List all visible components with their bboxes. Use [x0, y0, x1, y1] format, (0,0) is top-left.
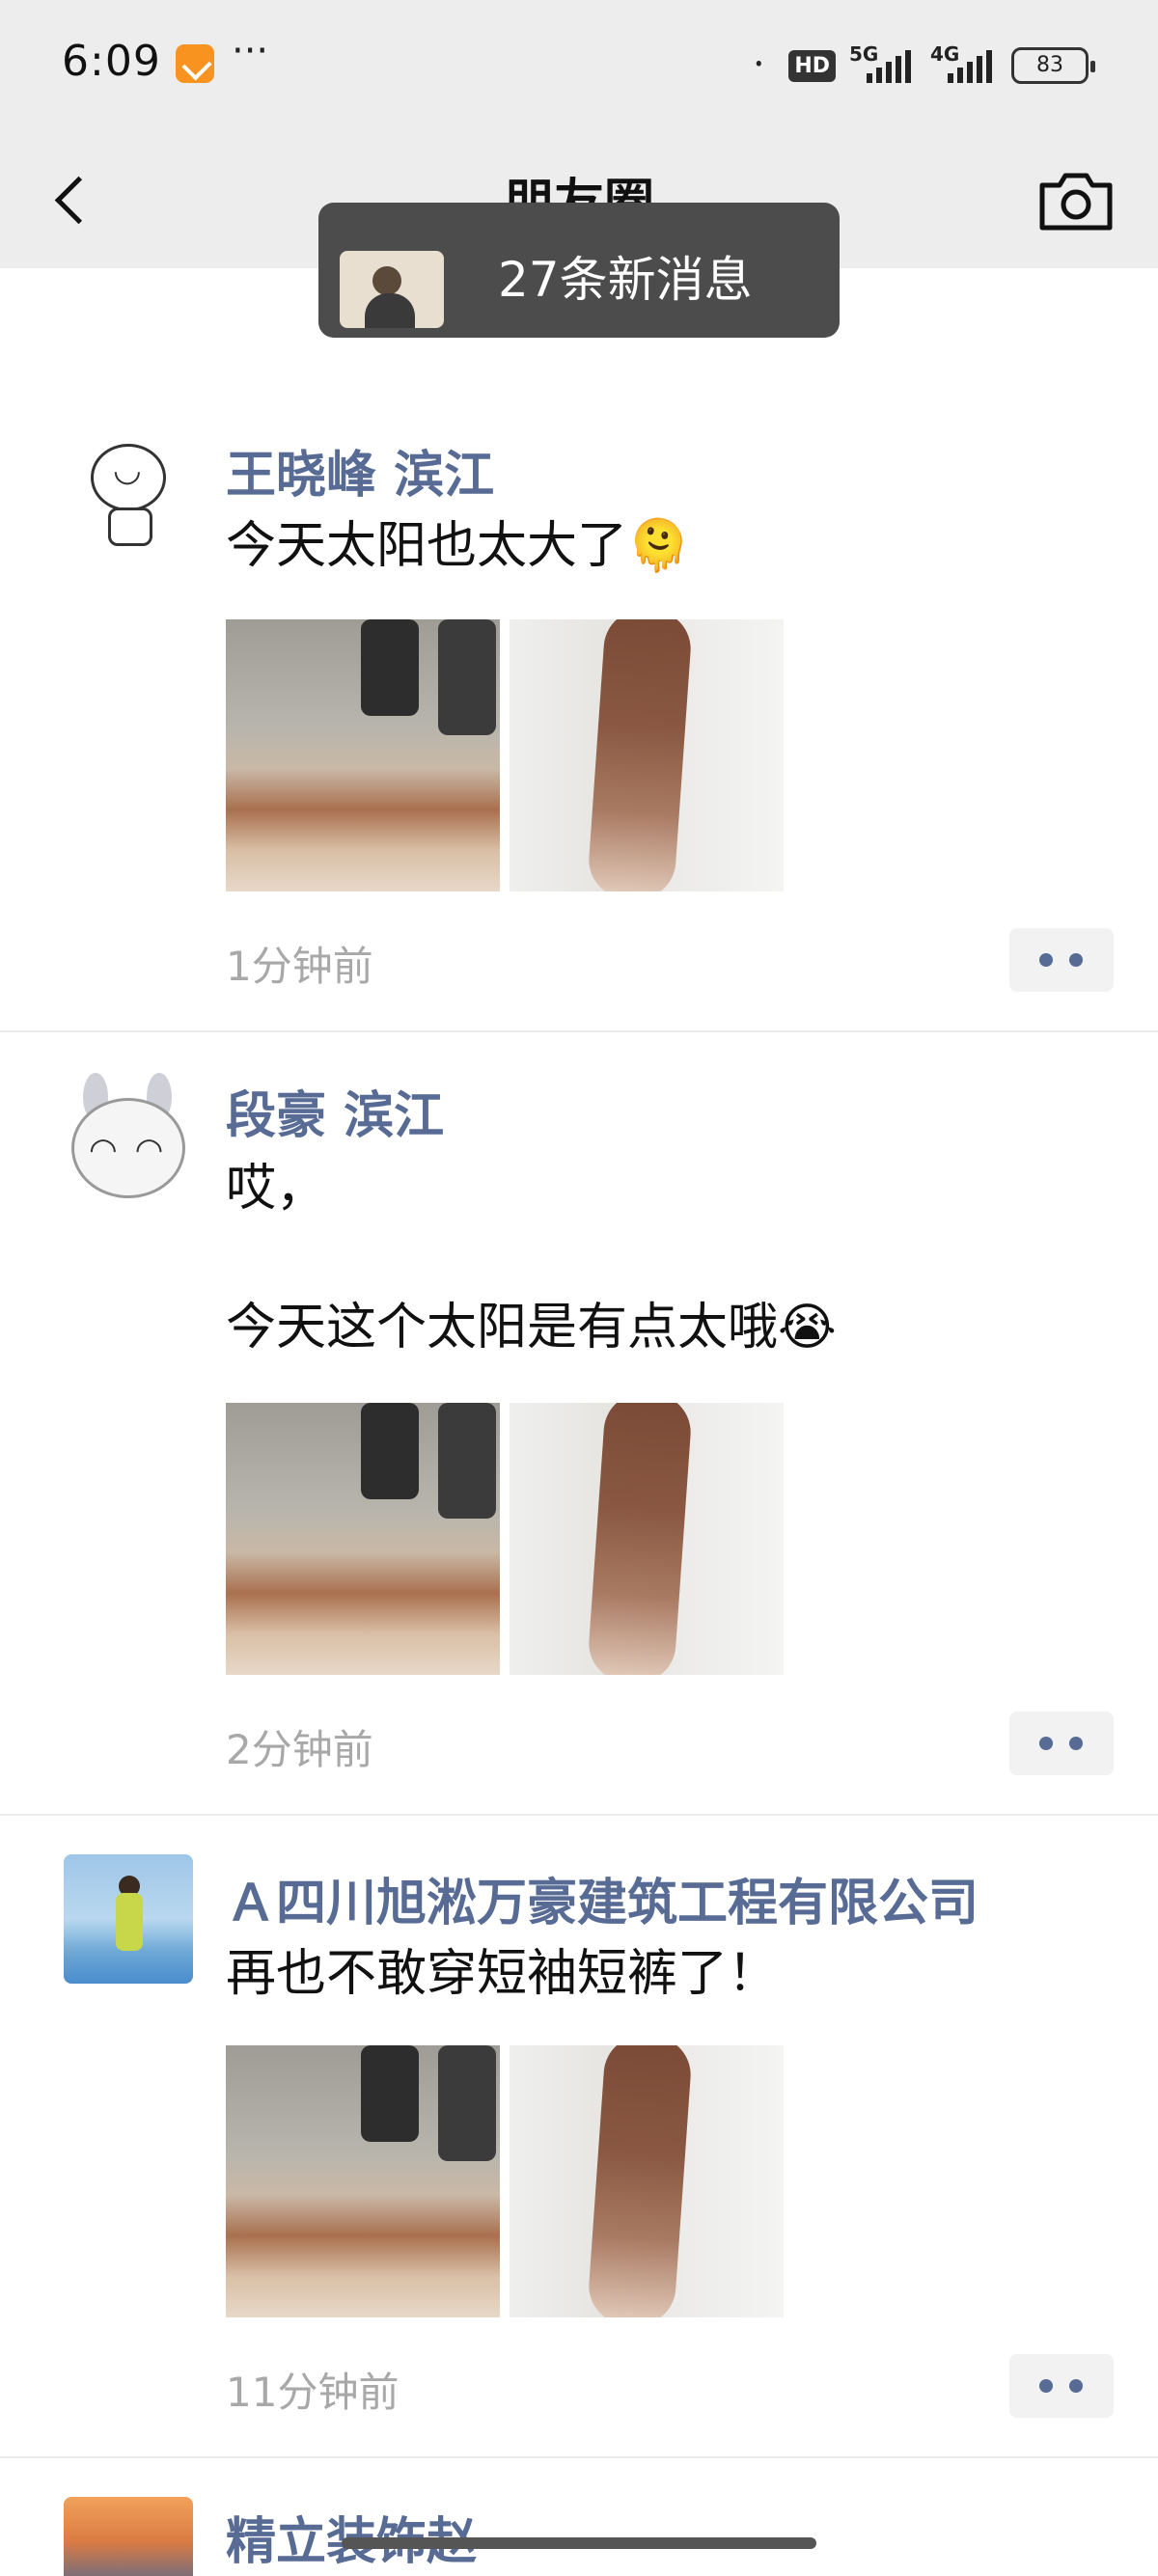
- new-messages-pill[interactable]: 27条新消息: [318, 203, 840, 338]
- battery-icon: 83: [1011, 47, 1095, 84]
- avatar[interactable]: ◠◠: [64, 1073, 193, 1202]
- post-content: 再也不敢穿短袖短裤了！: [226, 1945, 779, 2003]
- hd-icon: HD: [788, 49, 836, 82]
- avatar[interactable]: [64, 1854, 193, 1984]
- status-time: 6:09: [62, 37, 161, 86]
- signal-5g-icon: 5G: [849, 42, 917, 87]
- more-actions-button[interactable]: [1009, 2354, 1114, 2418]
- camera-icon[interactable]: [1033, 158, 1119, 239]
- post-photo[interactable]: [510, 2045, 784, 2317]
- more-notifications-icon: ···: [232, 29, 269, 73]
- post-time: 2分钟前: [226, 1726, 373, 1773]
- post-photos: [226, 1403, 784, 1675]
- camera-icon-graphic: [1039, 173, 1113, 231]
- status-bar: 6:09 ··· ᛫ HD 5G 4G 83: [0, 0, 1158, 133]
- post-photo[interactable]: [510, 619, 784, 891]
- post-content: 哎， 今天这个太阳是有点太哦😭: [226, 1160, 837, 1357]
- post-photo[interactable]: [226, 1403, 500, 1675]
- post-photo[interactable]: [510, 1403, 784, 1675]
- new-messages-text: 27条新消息: [498, 252, 753, 308]
- post-divider: [0, 2456, 1158, 2458]
- post-photos: [226, 2045, 784, 2317]
- more-actions-button[interactable]: [1009, 1712, 1114, 1775]
- post-author[interactable]: Ａ四川旭淞万豪建筑工程有限公司: [226, 1862, 979, 1934]
- home-indicator[interactable]: [342, 2537, 816, 2549]
- post-time: 11分钟前: [226, 2369, 400, 2416]
- post-content: 今天太阳也太大了🫠: [226, 517, 690, 575]
- post-photos: [226, 619, 784, 891]
- post-author[interactable]: 段豪 滨江: [226, 1075, 444, 1147]
- post-author[interactable]: 王晓峰 滨江: [226, 434, 494, 507]
- avatar[interactable]: [64, 2497, 193, 2576]
- app-notification-icon: [176, 44, 214, 83]
- post-photo[interactable]: [226, 2045, 500, 2317]
- new-message-avatar: [340, 251, 444, 328]
- more-actions-button[interactable]: [1009, 928, 1114, 992]
- signal-4g-icon: 4G: [930, 42, 998, 87]
- post-divider: [0, 1030, 1158, 1032]
- post-photo[interactable]: [226, 619, 500, 891]
- avatar[interactable]: [64, 432, 193, 562]
- status-icons: ᛫ HD 5G 4G 83: [742, 42, 1095, 89]
- post-divider: [0, 1814, 1158, 1816]
- post-time: 1分钟前: [226, 943, 373, 990]
- bluetooth-icon: ᛫: [747, 44, 770, 87]
